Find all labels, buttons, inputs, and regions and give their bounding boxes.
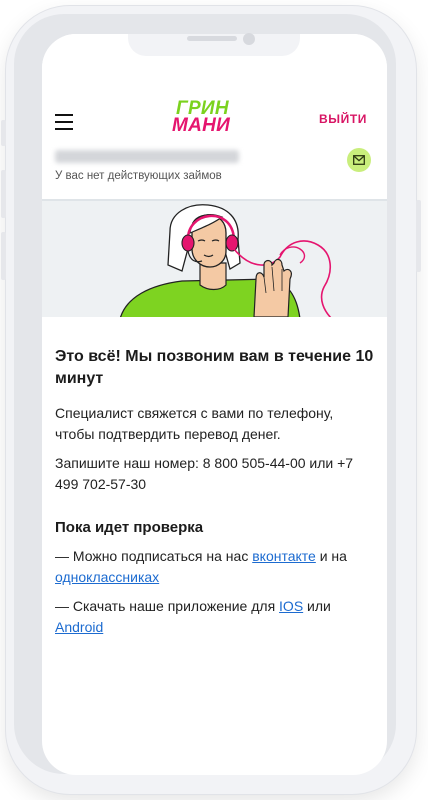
mail-icon (353, 155, 365, 165)
loans-status-text: У вас нет действующих займов (55, 170, 222, 182)
phone-speaker (187, 36, 237, 41)
download-prefix-text: — Скачать наше приложение для (55, 598, 280, 614)
ios-link[interactable]: IOS (279, 598, 303, 614)
logo-line-2: МАНИ (172, 115, 231, 136)
phone-camera (243, 33, 255, 45)
side-button-mute (1, 120, 6, 146)
side-button-volume-down (1, 232, 6, 280)
brand-logo[interactable]: ГРИН МАНИ (172, 99, 258, 135)
main-content: Это всё! Мы позвоним вам в течение 10 ми… (55, 346, 375, 646)
callback-paragraph: Специалист свяжется с вами по телефону, … (55, 405, 334, 442)
side-button-power (416, 200, 421, 272)
phone-number-paragraph: Запишите наш номер: 8 800 505-44-00 или … (55, 455, 354, 492)
section-subtitle: Пока идет проверка (55, 519, 204, 536)
page-title: Это всё! Мы позвоним вам в течение 10 ми… (55, 348, 374, 387)
odnoklassniki-link[interactable]: одноклассниках (55, 569, 159, 585)
download-app-item: — Скачать наше приложение для IOS или An… (55, 596, 375, 638)
user-name-blurred (55, 150, 239, 163)
social-prefix-text: — Можно подписаться на нас (55, 548, 253, 564)
operator-illustration (120, 204, 332, 317)
android-link[interactable]: Android (55, 619, 103, 635)
vkontakte-link[interactable]: вконтакте (252, 548, 316, 564)
operator-banner (42, 199, 387, 317)
social-middle-text: и на (315, 548, 347, 564)
app-header: ГРИН МАНИ ВЫЙТИ У вас нет действующих за… (42, 34, 387, 199)
social-subscribe-item: — Можно подписаться на нас вконтакте и н… (55, 546, 375, 588)
mail-button[interactable] (347, 148, 371, 172)
logout-button[interactable]: ВЫЙТИ (319, 112, 367, 126)
phone-screen: ГРИН МАНИ ВЫЙТИ У вас нет действующих за… (42, 34, 387, 775)
side-button-volume-up (1, 170, 6, 218)
hamburger-menu-icon[interactable] (55, 114, 73, 130)
download-middle-text: или (303, 598, 331, 614)
